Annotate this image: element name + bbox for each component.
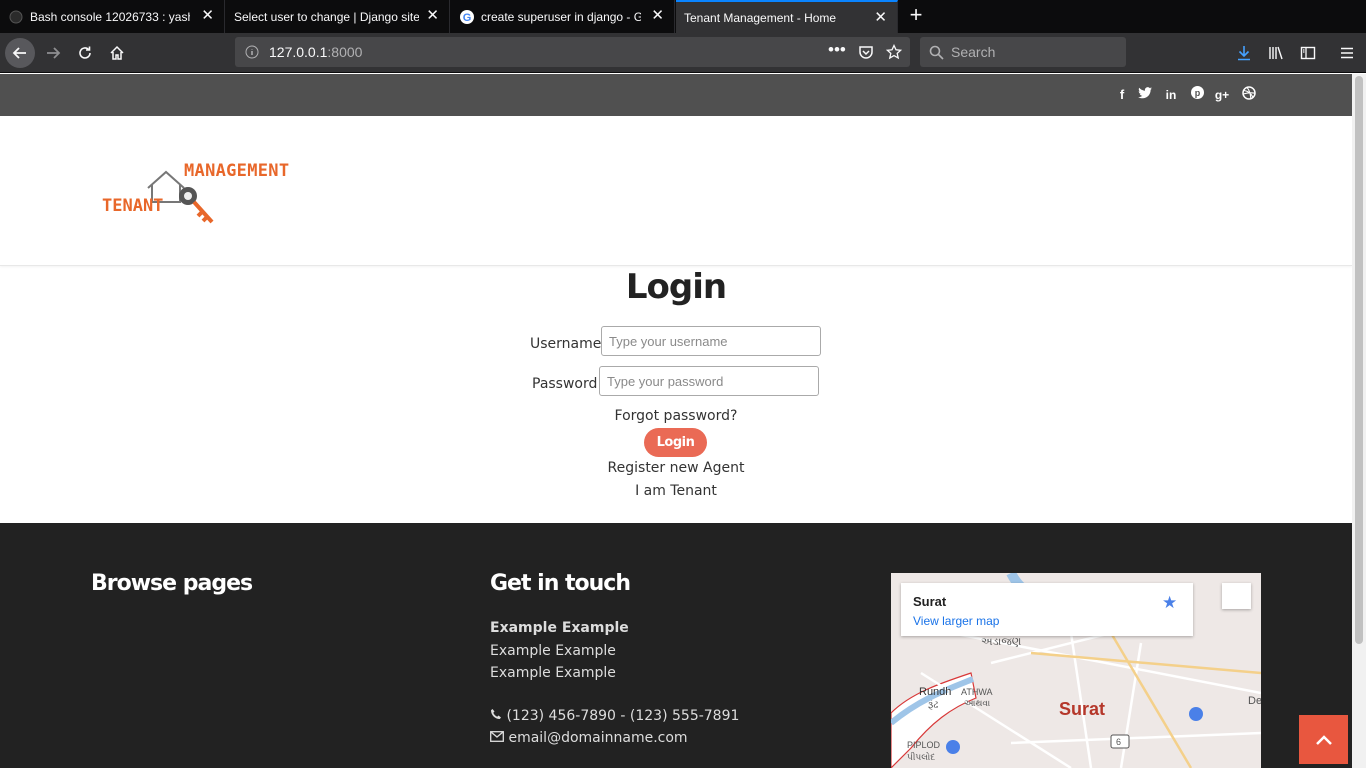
download-icon bbox=[1238, 46, 1250, 61]
reload-icon bbox=[79, 46, 91, 59]
password-input[interactable] bbox=[599, 366, 819, 396]
tab-tenant-management[interactable]: Tenant Management - Home ✕ bbox=[676, 0, 898, 33]
more-actions-icon[interactable]: ••• bbox=[828, 40, 846, 60]
arrow-left-icon bbox=[12, 47, 26, 59]
forward-button[interactable] bbox=[38, 38, 68, 68]
password-label: Password bbox=[532, 376, 598, 392]
site-logo[interactable]: MANAGEMENT TENANT bbox=[102, 161, 324, 231]
register-agent-link[interactable]: Register new Agent bbox=[0, 460, 1352, 476]
map-label: પીપલોદ bbox=[907, 752, 936, 762]
login-heading: Login bbox=[625, 267, 727, 307]
browser-tab-bar: Bash console 12026733 : yashe ✕ Select u… bbox=[0, 0, 1366, 33]
back-button[interactable] bbox=[5, 38, 35, 68]
tab-label: Bash console 12026733 : yashe bbox=[30, 9, 190, 24]
search-icon bbox=[929, 45, 944, 60]
pocket-icon[interactable] bbox=[858, 44, 874, 60]
tab-label: Select user to change | Django site bbox=[234, 9, 419, 24]
google-plus-icon[interactable]: g+ bbox=[1213, 86, 1231, 104]
new-tab-button[interactable]: + bbox=[904, 4, 928, 28]
home-button[interactable] bbox=[102, 38, 132, 68]
close-icon[interactable]: ✕ bbox=[426, 8, 439, 24]
map-label: આથવા bbox=[964, 698, 991, 708]
page-scrollbar[interactable] bbox=[1352, 74, 1366, 768]
tab-django-admin[interactable]: Select user to change | Django site ✕ bbox=[226, 0, 450, 33]
address-line-3: Example Example bbox=[490, 665, 616, 681]
console-icon bbox=[8, 9, 24, 25]
map-fullscreen-button[interactable] bbox=[1222, 583, 1251, 609]
map-label: De bbox=[1248, 695, 1261, 707]
google-icon: G bbox=[459, 9, 475, 25]
phone-icon bbox=[491, 709, 501, 719]
social-strip: f in p g+ bbox=[0, 74, 1352, 116]
svg-text:G: G bbox=[463, 12, 472, 24]
username-input[interactable] bbox=[601, 326, 821, 356]
map-label: ATHWA bbox=[961, 687, 993, 697]
envelope-icon bbox=[490, 731, 504, 742]
map-label: Rundh bbox=[919, 686, 952, 698]
sidebar-button[interactable] bbox=[1293, 38, 1323, 68]
menu-button[interactable] bbox=[1332, 38, 1362, 68]
login-button[interactable]: Login bbox=[644, 428, 707, 457]
address-line-2: Example Example bbox=[490, 643, 616, 659]
hamburger-icon bbox=[1341, 47, 1353, 59]
highway-shield: 6 bbox=[1116, 737, 1122, 747]
close-icon[interactable]: ✕ bbox=[201, 8, 214, 24]
contact-heading: Get in touch bbox=[490, 571, 631, 596]
map-place-title: Surat bbox=[913, 594, 947, 609]
map-label: PIPLOD bbox=[907, 740, 941, 750]
close-icon[interactable]: ✕ bbox=[874, 10, 887, 26]
address-bar[interactable]: 127.0.0.1:8000 ••• bbox=[235, 37, 910, 67]
chevron-up-icon bbox=[1315, 734, 1332, 745]
email-row[interactable]: email@domainname.com bbox=[490, 730, 688, 746]
page-viewport: f in p g+ MANAGEMENT TENANT Login Userna… bbox=[0, 74, 1352, 768]
url-text: 127.0.0.1:8000 bbox=[269, 44, 362, 60]
arrow-right-icon bbox=[47, 47, 61, 59]
pinterest-icon[interactable]: p bbox=[1188, 86, 1206, 104]
forgot-password-link[interactable]: Forgot password? bbox=[0, 408, 1352, 424]
linkedin-icon[interactable]: in bbox=[1162, 86, 1180, 104]
tab-label: Tenant Management - Home bbox=[684, 10, 837, 25]
library-icon bbox=[1269, 46, 1283, 60]
sidebar-icon bbox=[1300, 46, 1316, 60]
bookmark-star-icon[interactable] bbox=[886, 44, 902, 60]
library-button[interactable] bbox=[1261, 38, 1291, 68]
view-larger-map-link[interactable]: View larger map bbox=[913, 614, 999, 628]
tab-bash-console[interactable]: Bash console 12026733 : yashe ✕ bbox=[0, 0, 225, 33]
save-star-icon[interactable]: ★ bbox=[1162, 593, 1177, 613]
site-header: MANAGEMENT TENANT bbox=[0, 116, 1352, 266]
browser-toolbar: 127.0.0.1:8000 ••• Search bbox=[0, 33, 1366, 73]
reload-button[interactable] bbox=[70, 38, 100, 68]
url-port: :8000 bbox=[327, 44, 363, 60]
email-text: email@domainname.com bbox=[508, 730, 688, 746]
dribbble-icon[interactable] bbox=[1240, 86, 1258, 104]
close-icon[interactable]: ✕ bbox=[651, 8, 664, 24]
svg-text:p: p bbox=[1194, 88, 1200, 98]
site-footer: Browse pages Get in touch Example Exampl… bbox=[0, 523, 1352, 768]
logo-management-text: MANAGEMENT bbox=[184, 161, 290, 181]
map-label: અડાજણ bbox=[981, 636, 1022, 648]
username-label: Username bbox=[530, 336, 602, 352]
downloads-button[interactable] bbox=[1229, 38, 1259, 68]
map-info-card: Surat View larger map ★ bbox=[901, 583, 1193, 636]
phone-row: (123) 456-7890 - (123) 555-7891 bbox=[490, 708, 739, 724]
logo-tenant-text: TENANT bbox=[102, 196, 164, 216]
info-icon[interactable] bbox=[245, 45, 259, 59]
scrollbar-thumb[interactable] bbox=[1355, 76, 1363, 644]
url-host: 127.0.0.1 bbox=[269, 44, 328, 60]
address-line-1: Example Example bbox=[490, 620, 629, 636]
map-city-label: Surat bbox=[1059, 699, 1106, 719]
tenant-link[interactable]: I am Tenant bbox=[0, 483, 1352, 499]
map-label: રૂંઢ bbox=[928, 700, 939, 711]
search-bar[interactable]: Search bbox=[920, 37, 1126, 67]
twitter-icon[interactable] bbox=[1136, 86, 1154, 104]
scroll-to-top-button[interactable] bbox=[1299, 715, 1348, 764]
tab-google-search[interactable]: G create superuser in django - Go ✕ bbox=[451, 0, 675, 33]
embedded-map[interactable]: અડાજણ Rundh રૂંઢ ATHWA આથવા PIPLOD પીપલો… bbox=[891, 573, 1261, 768]
tab-label: create superuser in django - Go bbox=[481, 9, 641, 24]
search-placeholder: Search bbox=[951, 44, 996, 60]
home-icon bbox=[110, 45, 124, 60]
facebook-icon[interactable]: f bbox=[1113, 86, 1131, 104]
phone-text: (123) 456-7890 - (123) 555-7891 bbox=[506, 708, 740, 724]
browse-pages-heading: Browse pages bbox=[91, 571, 253, 596]
